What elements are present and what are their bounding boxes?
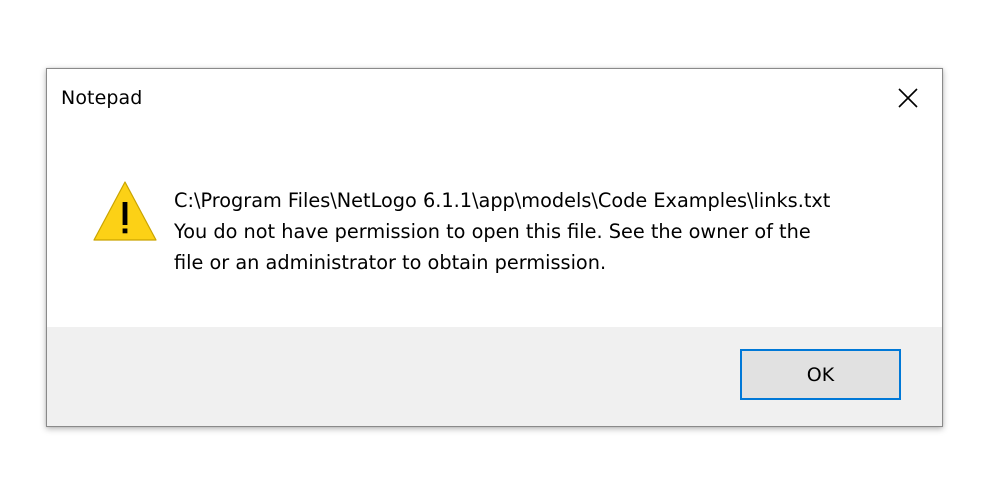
button-bar: OK <box>47 327 942 426</box>
message-line-2: You do not have permission to open this … <box>174 220 811 243</box>
window-title: Notepad <box>61 87 143 109</box>
ok-button[interactable]: OK <box>740 349 901 400</box>
close-icon <box>898 88 918 108</box>
title-bar[interactable]: Notepad <box>47 69 942 129</box>
close-button[interactable] <box>886 79 930 117</box>
warning-icon <box>93 181 157 241</box>
error-message: C:\Program Files\NetLogo 6.1.1\app\model… <box>174 185 914 278</box>
message-line-path: C:\Program Files\NetLogo 6.1.1\app\model… <box>174 189 831 212</box>
dialog-content: C:\Program Files\NetLogo 6.1.1\app\model… <box>47 129 942 327</box>
message-dialog: Notepad C:\Program Files\NetLogo 6.1.1\a… <box>46 68 943 427</box>
message-line-3: file or an administrator to obtain permi… <box>174 251 607 274</box>
